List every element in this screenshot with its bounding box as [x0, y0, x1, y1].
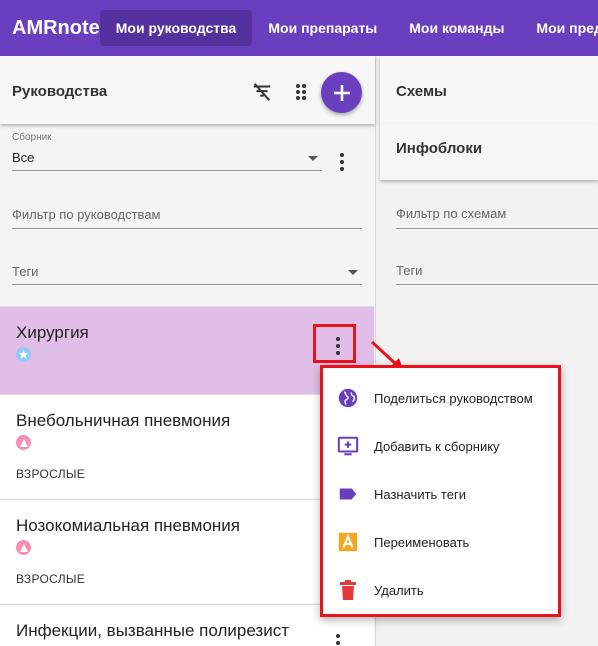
guide-item-community-pneumonia[interactable]: Внебольничная пневмония ВЗРОСЛЫЕ: [0, 394, 374, 498]
menu-item-label: Удалить: [374, 582, 424, 598]
guide-item-name: Внебольничная пневмония: [16, 411, 231, 430]
rename-icon: [336, 530, 360, 554]
guides-panel-title: Руководства: [12, 83, 108, 100]
guide-item-mdr-infections[interactable]: Инфекции, вызванные полирезист: [0, 604, 374, 646]
globe-icon: [336, 386, 360, 410]
kebab-highlight-box: [313, 324, 356, 363]
schemes-tags-input[interactable]: Теги: [396, 263, 422, 278]
guide-item-nosocomial-pneumonia[interactable]: Нозокомиальная пневмония ВЗРОСЛЫЕ: [0, 499, 374, 603]
tags-chevron-down-icon[interactable]: [348, 270, 358, 275]
collection-label: Сборник: [12, 132, 52, 143]
guides-filter-underline: [12, 228, 362, 229]
guides-filter-input[interactable]: Фильтр по руководствам: [12, 207, 160, 222]
guide-item-name: Хирургия: [16, 323, 89, 342]
menu-item-label: Переименовать: [374, 534, 470, 550]
guides-tags-underline: [12, 284, 362, 285]
chevron-down-icon[interactable]: [308, 156, 318, 161]
guide-item-tag: ВЗРОСЛЫЕ: [16, 572, 86, 586]
label-icon: [336, 482, 360, 506]
menu-item-delete[interactable]: Удалить: [323, 566, 558, 614]
clear-filter-icon[interactable]: [249, 79, 275, 105]
collection-select-underline: [12, 170, 322, 171]
menu-item-share[interactable]: Поделиться руководством: [323, 374, 558, 422]
menu-item-label: Назначить теги: [374, 486, 466, 502]
schemes-filter-input[interactable]: Фильтр по схемам: [396, 206, 506, 221]
nav-tab-my-drugs[interactable]: Мои препараты: [252, 10, 393, 46]
schemes-tags-underline: [396, 284, 598, 285]
menu-item-assign-tags[interactable]: Назначить теги: [323, 470, 558, 518]
drag-handle-icon[interactable]: [288, 79, 314, 105]
nav-tab-my-suggestions[interactable]: Мои предл: [520, 10, 598, 46]
trash-icon: [336, 578, 360, 602]
nav-tab-my-guides[interactable]: Мои руководства: [99, 10, 253, 46]
infoblocks-title: Инфоблоки: [396, 140, 483, 157]
guide-context-menu: Поделиться руководством Добавить к сборн…: [320, 365, 561, 617]
collection-select-value[interactable]: Все: [12, 150, 34, 165]
guide-more-icon[interactable]: [336, 634, 340, 646]
triangle-badge-icon: [16, 435, 31, 450]
menu-item-add-to-collection[interactable]: Добавить к сборнику: [323, 422, 558, 470]
guide-item-name: Инфекции, вызванные полирезист: [16, 621, 289, 640]
schemes-header: Схемы: [380, 56, 598, 124]
guide-item-tag: ВЗРОСЛЫЕ: [16, 467, 86, 481]
add-to-queue-icon: [336, 434, 360, 458]
triangle-badge-icon: [16, 540, 31, 555]
infoblocks-header[interactable]: Инфоблоки: [380, 124, 598, 180]
menu-item-label: Поделиться руководством: [374, 390, 533, 406]
menu-item-label: Добавить к сборнику: [374, 438, 500, 454]
schemes-filter-underline: [396, 228, 598, 229]
schemes-title: Схемы: [396, 83, 447, 100]
guides-panel-header: Руководства: [0, 56, 375, 124]
guides-tags-input[interactable]: Теги: [12, 264, 38, 279]
nav-tab-my-teams[interactable]: Мои команды: [393, 10, 520, 46]
app-brand[interactable]: AMRnote: [0, 17, 100, 40]
top-navbar: AMRnote Мои руководства Мои препараты Мо…: [0, 0, 598, 56]
menu-item-rename[interactable]: Переименовать: [323, 518, 558, 566]
star-badge-icon: [16, 347, 31, 362]
add-guide-button[interactable]: [321, 72, 362, 113]
guide-item-name: Нозокомиальная пневмония: [16, 516, 240, 535]
collection-more-icon[interactable]: [340, 153, 344, 171]
plus-icon: [333, 84, 350, 101]
